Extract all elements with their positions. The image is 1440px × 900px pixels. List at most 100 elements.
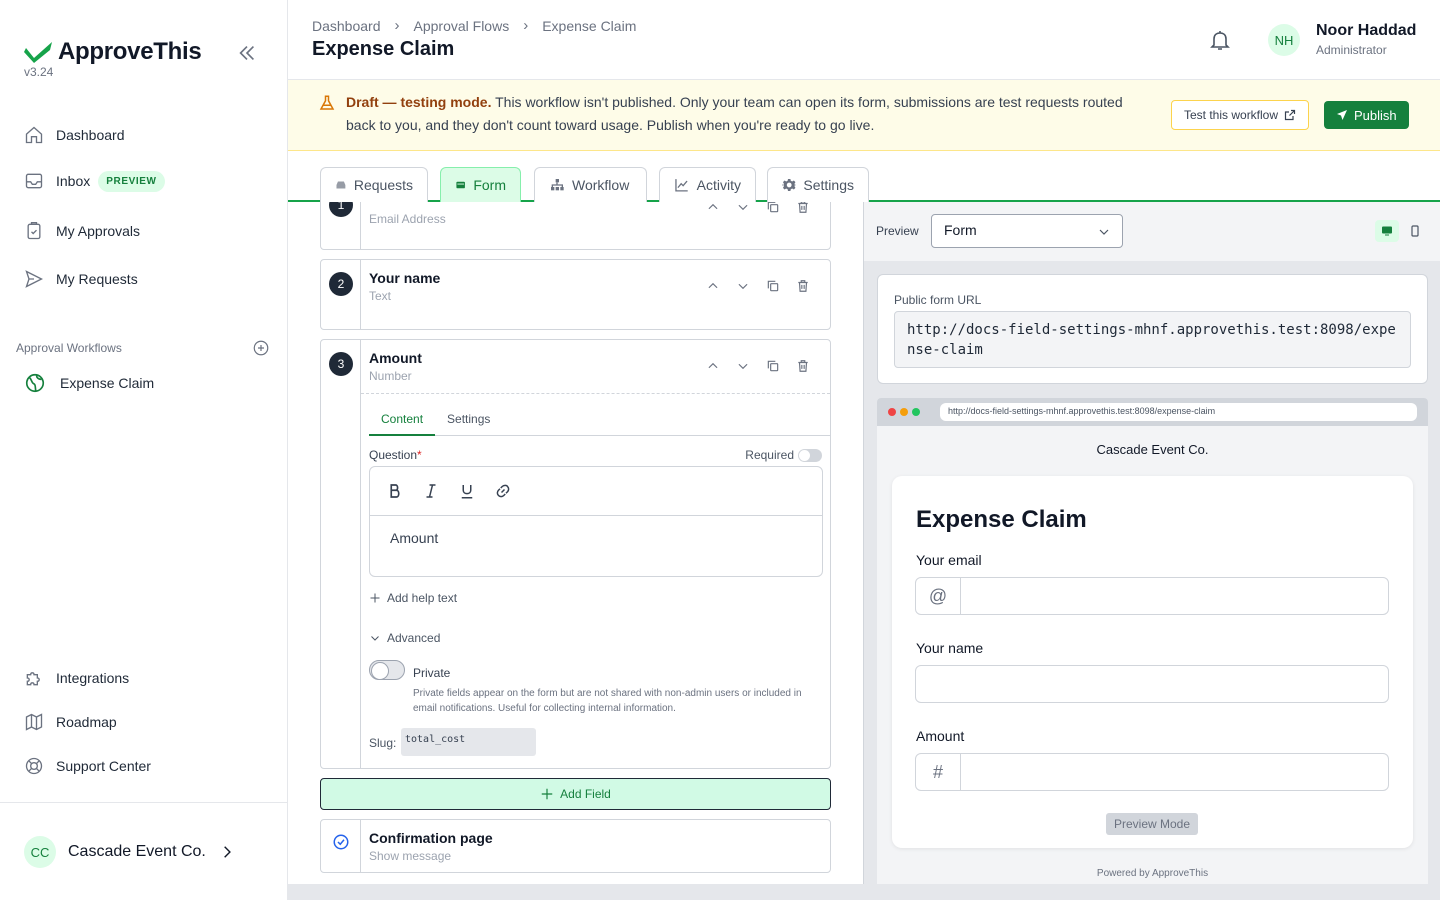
required-label: Required bbox=[745, 448, 794, 462]
sidebar-item-dashboard[interactable]: Dashboard bbox=[24, 121, 125, 149]
trash-icon[interactable] bbox=[788, 276, 818, 296]
desktop-view-button[interactable] bbox=[1375, 220, 1399, 242]
add-workflow-icon[interactable] bbox=[252, 339, 270, 357]
preview-name-input[interactable] bbox=[915, 665, 1389, 703]
duplicate-icon[interactable] bbox=[758, 276, 788, 296]
sidebar-item-integrations[interactable]: Integrations bbox=[24, 664, 129, 692]
field-subtabs: Content Settings bbox=[369, 404, 831, 436]
form-icon bbox=[456, 181, 465, 189]
duplicate-icon[interactable] bbox=[758, 356, 788, 376]
advanced-toggle[interactable]: Advanced bbox=[369, 631, 440, 645]
collapse-sidebar-icon[interactable] bbox=[236, 42, 258, 64]
italic-icon[interactable] bbox=[422, 476, 458, 506]
sidebar-item-my-approvals[interactable]: My Approvals bbox=[24, 217, 140, 245]
add-field-button[interactable]: Add Field bbox=[320, 778, 831, 810]
tab-activity[interactable]: Activity bbox=[659, 167, 756, 202]
field-number-column bbox=[321, 820, 361, 872]
move-down-icon[interactable] bbox=[728, 202, 758, 217]
publish-button[interactable]: Publish bbox=[1324, 101, 1409, 129]
sitemap-icon bbox=[551, 179, 564, 191]
workflow-item-label: Expense Claim bbox=[60, 375, 155, 391]
move-up-icon[interactable] bbox=[698, 202, 728, 217]
publish-label: Publish bbox=[1354, 107, 1397, 123]
question-editor[interactable]: Amount bbox=[369, 466, 823, 577]
sidebar-item-my-requests[interactable]: My Requests bbox=[24, 265, 138, 293]
trash-icon[interactable] bbox=[788, 356, 818, 376]
required-toggle[interactable] bbox=[798, 449, 822, 462]
field-card-email[interactable]: 1 Email Address bbox=[320, 202, 831, 250]
move-down-icon[interactable] bbox=[728, 356, 758, 376]
move-up-icon[interactable] bbox=[698, 276, 728, 296]
field-card-amount[interactable]: 3 Amount Number Content Settings Questio… bbox=[320, 339, 831, 769]
field-number: 1 bbox=[329, 202, 353, 217]
sidebar: ApproveThis v3.24 Dashboard Inbox PREVIE… bbox=[0, 0, 288, 900]
brand[interactable]: ApproveThis bbox=[24, 38, 202, 66]
sidebar-item-label: Support Center bbox=[56, 758, 151, 774]
sidebar-item-label: Dashboard bbox=[56, 127, 125, 143]
chevron-right-icon: › bbox=[394, 17, 400, 34]
send-icon bbox=[25, 270, 43, 288]
sidebar-item-inbox[interactable]: Inbox PREVIEW bbox=[24, 167, 165, 195]
add-help-text-link[interactable]: Add help text bbox=[369, 591, 457, 605]
notification-bell-icon[interactable] bbox=[1208, 28, 1232, 52]
bold-icon[interactable] bbox=[386, 476, 422, 506]
preview-field-label: Amount bbox=[916, 728, 965, 744]
puzzle-icon bbox=[26, 672, 40, 686]
at-sign-icon: @ bbox=[916, 578, 961, 614]
rocket-icon bbox=[1337, 110, 1347, 120]
move-down-icon[interactable] bbox=[728, 276, 758, 296]
private-toggle[interactable] bbox=[369, 660, 405, 680]
bottom-strip bbox=[288, 884, 1440, 900]
field-type: Text bbox=[369, 289, 392, 303]
trash-icon[interactable] bbox=[788, 202, 818, 217]
slug-input[interactable]: total_cost bbox=[401, 728, 536, 756]
inbox-tray-icon bbox=[336, 181, 346, 189]
tab-form[interactable]: Form bbox=[440, 167, 521, 202]
workflow-item-expense-claim[interactable]: Expense Claim bbox=[24, 372, 154, 394]
subtab-content[interactable]: Content bbox=[369, 404, 436, 436]
test-workflow-button[interactable]: Test this workflow bbox=[1171, 100, 1310, 130]
top-header: Dashboard › Approval Flows › Expense Cla… bbox=[288, 0, 1440, 80]
breadcrumb-dashboard[interactable]: Dashboard bbox=[312, 18, 381, 34]
form-editor: 1 Email Address 2 Your name Text 3 Amoun… bbox=[288, 202, 863, 900]
subtab-settings[interactable]: Settings bbox=[435, 404, 502, 436]
sidebar-item-roadmap[interactable]: Roadmap bbox=[24, 708, 117, 736]
confirmation-title: Confirmation page bbox=[369, 830, 493, 846]
question-text[interactable]: Amount bbox=[370, 516, 822, 560]
preview-mode-select[interactable]: Form bbox=[931, 214, 1123, 248]
breadcrumb-approval-flows[interactable]: Approval Flows bbox=[414, 18, 510, 34]
sidebar-item-label: My Requests bbox=[56, 271, 138, 287]
user-role: Administrator bbox=[1316, 43, 1387, 57]
tab-workflow[interactable]: Workflow bbox=[534, 167, 647, 202]
home-icon bbox=[25, 126, 43, 144]
field-number: 2 bbox=[329, 272, 353, 296]
confirmation-subtitle: Show message bbox=[369, 849, 452, 863]
sidebar-item-support-center[interactable]: Support Center bbox=[24, 752, 151, 780]
underline-icon[interactable] bbox=[458, 476, 494, 506]
mobile-icon bbox=[1411, 225, 1419, 237]
page-title: Expense Claim bbox=[312, 38, 455, 60]
link-icon[interactable] bbox=[494, 476, 530, 506]
preview-mode-button[interactable]: Preview Mode bbox=[1106, 813, 1198, 835]
public-url-value[interactable]: http://docs-field-settings-mhnf.approvet… bbox=[894, 311, 1411, 368]
field-number-column: 1 bbox=[321, 202, 361, 249]
public-url-label: Public form URL bbox=[894, 293, 982, 307]
duplicate-icon[interactable] bbox=[758, 202, 788, 217]
map-icon bbox=[25, 713, 43, 731]
user-avatar[interactable]: NH bbox=[1268, 24, 1300, 56]
brand-name: ApproveThis bbox=[58, 38, 202, 65]
tab-requests[interactable]: Requests bbox=[320, 167, 428, 202]
mobile-view-button[interactable] bbox=[1403, 220, 1427, 242]
workflow-tabs: Requests Form Workflow Activity Settings bbox=[288, 151, 1440, 202]
field-card-your-name[interactable]: 2 Your name Text bbox=[320, 259, 831, 330]
move-up-icon[interactable] bbox=[698, 356, 728, 376]
org-switcher[interactable]: CC Cascade Event Co. bbox=[24, 836, 234, 868]
plus-icon bbox=[541, 788, 553, 800]
preview-amount-input[interactable]: # bbox=[915, 753, 1389, 791]
confirmation-page-card[interactable]: Confirmation page Show message bbox=[320, 819, 831, 873]
preview-email-input[interactable]: @ bbox=[915, 577, 1389, 615]
tab-settings[interactable]: Settings bbox=[767, 167, 869, 202]
window-minimize-dot bbox=[900, 408, 908, 416]
chart-line-icon bbox=[675, 179, 688, 192]
powered-by: Powered by ApproveThis bbox=[1096, 868, 1209, 879]
